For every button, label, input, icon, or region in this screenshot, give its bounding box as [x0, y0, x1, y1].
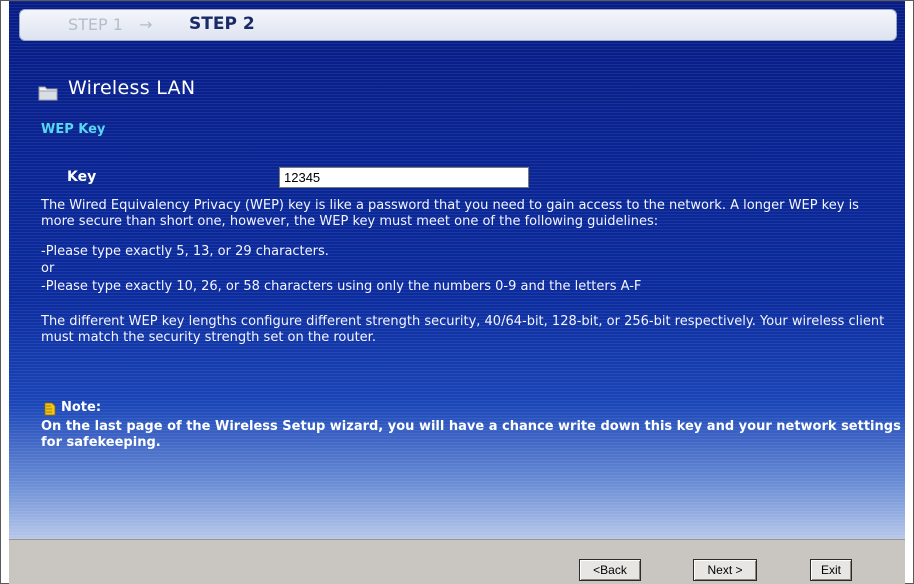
- wizard-window: STEP 1 → STEP 2 Wireless LAN WEP Key Key…: [0, 0, 914, 584]
- key-input[interactable]: [279, 167, 529, 188]
- step-bar: STEP 1 → STEP 2: [19, 9, 897, 41]
- note-label: Note:: [61, 400, 102, 415]
- guideline-2: -Please type exactly 10, 26, or 58 chara…: [41, 279, 642, 294]
- wizard-panel: STEP 1 → STEP 2 Wireless LAN WEP Key Key…: [9, 1, 905, 539]
- step-1-label: STEP 1: [68, 15, 123, 34]
- description-paragraph: The Wired Equivalency Privacy (WEP) key …: [41, 198, 859, 229]
- back-button[interactable]: <Back: [579, 559, 641, 581]
- guideline-or: or: [41, 261, 55, 276]
- page-title: Wireless LAN: [68, 77, 196, 99]
- folder-icon: [38, 86, 58, 101]
- button-bar: [9, 539, 905, 584]
- step-arrow: →: [139, 15, 153, 34]
- note-text: On the last page of the Wireless Setup w…: [41, 419, 901, 450]
- next-button[interactable]: Next >: [693, 559, 757, 581]
- guideline-1: -Please type exactly 5, 13, or 29 charac…: [41, 244, 329, 259]
- section-heading: WEP Key: [41, 122, 106, 137]
- key-label: Key: [67, 169, 97, 185]
- exit-button[interactable]: Exit: [810, 559, 852, 581]
- note-icon: [44, 402, 56, 416]
- step-2-label: STEP 2: [189, 14, 255, 34]
- key-length-paragraph: The different WEP key lengths configure …: [41, 314, 885, 345]
